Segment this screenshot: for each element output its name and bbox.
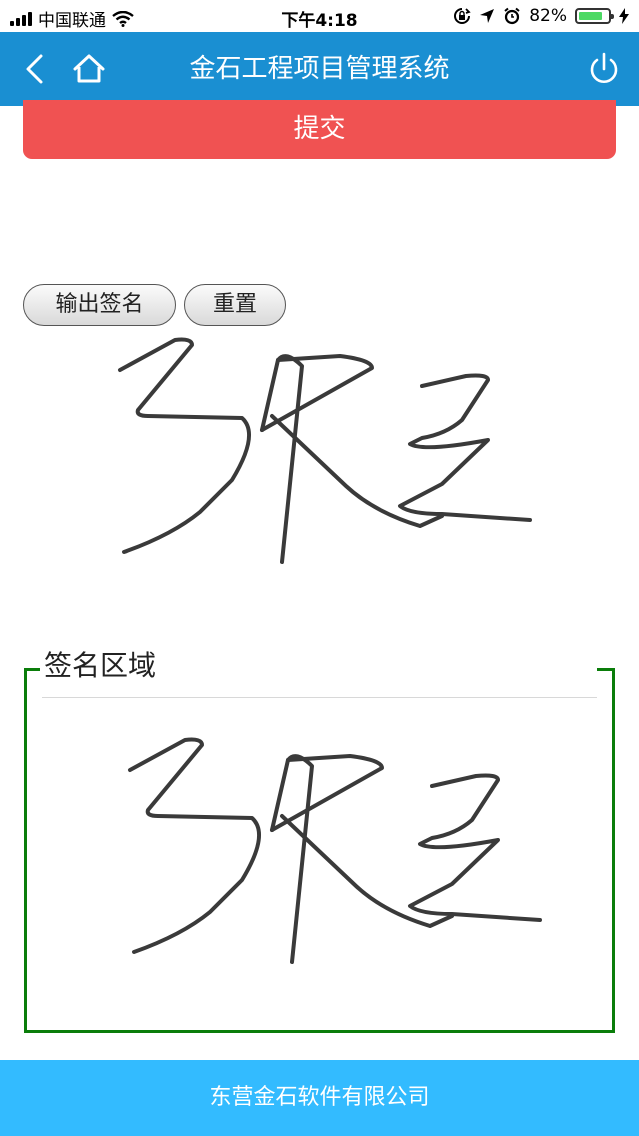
signature-canvas[interactable] [110,730,560,980]
signature-area-divider [42,697,597,698]
logout-button[interactable] [583,48,625,90]
power-icon [590,52,618,83]
alarm-clock-icon [504,7,520,25]
battery-fill [579,12,602,20]
battery-cap [611,14,614,19]
location-arrow-icon [480,9,495,23]
reset-signature-button[interactable]: 重置 [184,284,286,326]
signature-area-border [24,668,40,671]
back-chevron-icon [26,54,43,84]
back-button[interactable] [14,48,56,90]
orientation-lock-icon [454,8,471,24]
status-bar: 中国联通 下午4:18 82% [0,0,639,32]
home-icon [73,54,105,83]
signature-output-image [118,337,532,564]
signature-area-border [597,668,615,671]
home-button[interactable] [68,48,110,90]
charging-bolt-icon [619,8,629,24]
page: 中国联通 下午4:18 82% 金石工程项目管理系统 提交 输出签名 重置 签名… [0,0,639,1136]
status-right: 82% [453,6,629,26]
app-header: 金石工程项目管理系统 [0,32,639,106]
export-signature-button[interactable]: 输出签名 [23,284,176,326]
submit-button[interactable]: 提交 [23,100,616,159]
signature-area-legend: 签名区域 [42,646,159,686]
battery-icon [575,8,614,24]
battery-percent: 82% [529,6,567,26]
footer-company: 东营金石软件有限公司 [0,1060,639,1136]
